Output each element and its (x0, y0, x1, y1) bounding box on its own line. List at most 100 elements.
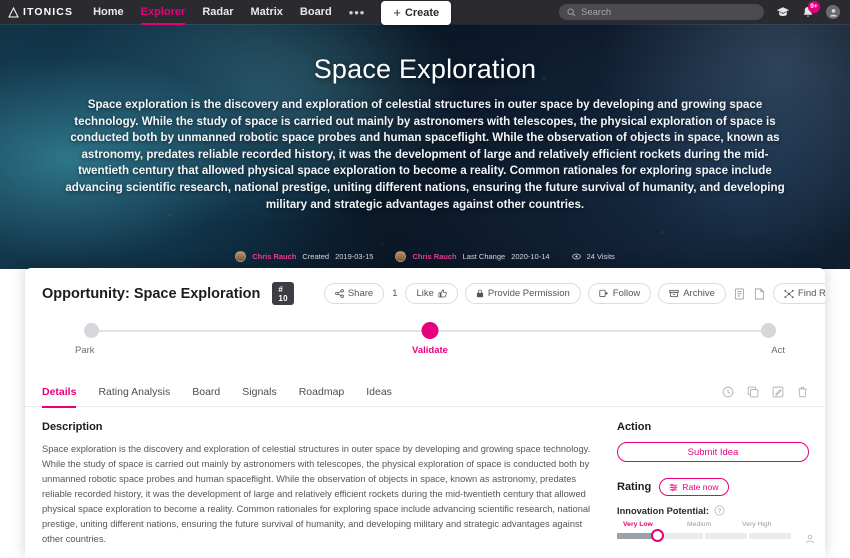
nav-item-board[interactable]: Board (300, 6, 332, 19)
hero-meta-bar: Chris Rauch Created 2019-03-15 Chris Rau… (0, 251, 850, 262)
description-section: Description Space exploration is the dis… (42, 421, 591, 547)
user-avatar[interactable] (826, 5, 840, 19)
innovation-potential-row: Innovation Potential: ? (617, 505, 809, 516)
duplicate-copy-icon[interactable] (746, 386, 760, 398)
archive-label: Archive (683, 288, 715, 299)
created-date: 2019-03-15 (335, 252, 374, 261)
opportunity-card: Opportunity: Space Exploration # 10 Shar… (25, 268, 825, 558)
scale-segment-4 (749, 533, 791, 539)
scale-label-very-high: Very High (742, 521, 772, 528)
nav-item-home[interactable]: Home (93, 6, 124, 19)
slider-knob[interactable] (651, 529, 664, 542)
description-body: Space exploration is the discovery and e… (42, 444, 591, 544)
sliders-icon (670, 483, 678, 491)
hero-banner: Space Exploration Space exploration is t… (0, 24, 850, 269)
share-icon (334, 289, 344, 298)
create-button[interactable]: + Create (381, 1, 452, 25)
archive-box-icon (669, 289, 679, 298)
tab-ideas[interactable]: Ideas (366, 377, 392, 407)
stage-node-act[interactable] (761, 323, 776, 338)
tab-roadmap[interactable]: Roadmap (299, 377, 345, 407)
scale-bar (617, 533, 791, 539)
primary-nav-links: Home Explorer Radar Matrix Board ••• (93, 5, 366, 25)
nav-item-explorer[interactable]: Explorer (140, 6, 185, 25)
svg-text:?: ? (718, 508, 722, 515)
provide-permission-label: Provide Permission (487, 288, 570, 299)
like-count: 1 (392, 288, 398, 299)
notes-document-icon[interactable] (733, 288, 746, 300)
hero-description: Space exploration is the discovery and e… (65, 98, 785, 211)
last-change-date: 2020-10-14 (511, 252, 550, 261)
tab-details[interactable]: Details (42, 377, 77, 408)
itonics-triangle-icon (8, 6, 19, 18)
tab-board[interactable]: Board (192, 377, 220, 407)
scale-label-very-low: Very Low (623, 521, 653, 528)
scale-segment-2 (661, 533, 703, 539)
header-action-group: Share 1 Like Provide Permission Follow A… (323, 283, 825, 304)
last-change-label: Last Change (462, 252, 506, 261)
nav-item-matrix[interactable]: Matrix (251, 6, 283, 19)
rating-heading: Rating (617, 481, 652, 493)
rate-now-button[interactable]: Rate now (659, 478, 729, 496)
archive-button[interactable]: Archive (658, 283, 726, 304)
tab-rating-analysis[interactable]: Rating Analysis (98, 377, 170, 407)
brand-logo[interactable]: ITONICS (0, 6, 83, 18)
follow-label: Follow (612, 288, 641, 299)
provide-permission-button[interactable]: Provide Permission (464, 283, 581, 304)
find-relations-button[interactable]: Find Relations (772, 283, 825, 304)
page-title: Opportunity: Space Exploration (42, 285, 261, 302)
stage-progress-slider[interactable]: Park Validate Act (75, 322, 785, 363)
delete-trash-icon[interactable] (796, 386, 809, 398)
edit-pencil-icon[interactable] (771, 386, 785, 398)
tab-signals[interactable]: Signals (242, 377, 276, 407)
nav-right-group: Search 9+ (559, 0, 850, 20)
person-icon (829, 8, 837, 17)
lock-icon (476, 289, 484, 298)
eye-icon (571, 253, 581, 260)
rating-row: Rating Rate now (617, 478, 809, 496)
created-label: Created (302, 252, 330, 261)
thumbs-up-icon (438, 289, 447, 298)
graduation-cap-icon (776, 7, 790, 17)
card-body: Description Space exploration is the dis… (25, 407, 825, 547)
stage-node-validate[interactable] (421, 322, 439, 339)
like-button[interactable]: Like (405, 283, 458, 304)
search-input[interactable]: Search (559, 4, 764, 20)
hero-content: Space Exploration Space exploration is t… (0, 24, 850, 213)
help-question-icon[interactable]: ? (714, 505, 725, 516)
submit-idea-button[interactable]: Submit Idea (617, 442, 809, 462)
innovation-potential-label: Innovation Potential: (617, 505, 709, 516)
scale-label-medium: Medium (687, 521, 712, 528)
rater-person-icon (805, 531, 815, 549)
visits-count: 24 Visits (586, 252, 615, 261)
follow-button[interactable]: Follow (587, 283, 652, 304)
top-navigation-bar: ITONICS Home Explorer Radar Matrix Board… (0, 0, 850, 25)
creator-name[interactable]: Chris Rauch (252, 252, 296, 261)
tab-action-icons (721, 386, 809, 398)
submit-idea-label: Submit Idea (687, 446, 739, 458)
export-pdf-icon[interactable] (753, 288, 766, 300)
changer-name[interactable]: Chris Rauch (412, 252, 456, 261)
academy-button[interactable] (776, 6, 790, 18)
description-heading: Description (42, 421, 103, 433)
brand-name: ITONICS (23, 6, 74, 18)
follow-person-add-icon (599, 289, 608, 297)
card-header: Opportunity: Space Exploration # 10 Shar… (25, 268, 825, 305)
creator-avatar (235, 251, 247, 262)
notifications-button[interactable]: 9+ (802, 0, 820, 19)
scale-segment-3 (705, 533, 747, 539)
search-placeholder: Search (581, 6, 612, 18)
find-relations-label: Find Relations (797, 288, 825, 299)
stage-node-park[interactable] (84, 323, 99, 338)
stage-label-validate: Validate (412, 345, 448, 356)
nav-more-icon[interactable]: ••• (349, 5, 366, 20)
changer-avatar (395, 251, 407, 262)
sidebar-panel: Action Submit Idea Rating Rate now Innov… (609, 421, 814, 547)
nav-item-radar[interactable]: Radar (202, 6, 233, 19)
like-label: Like (416, 288, 434, 299)
history-clock-icon[interactable] (721, 386, 735, 398)
scale-tick-labels: Very Low Medium Very High (617, 521, 793, 530)
innovation-potential-slider[interactable]: Very Low Medium Very High (617, 521, 814, 544)
share-button[interactable]: Share (323, 283, 385, 304)
notification-badge: 9+ (808, 0, 820, 13)
